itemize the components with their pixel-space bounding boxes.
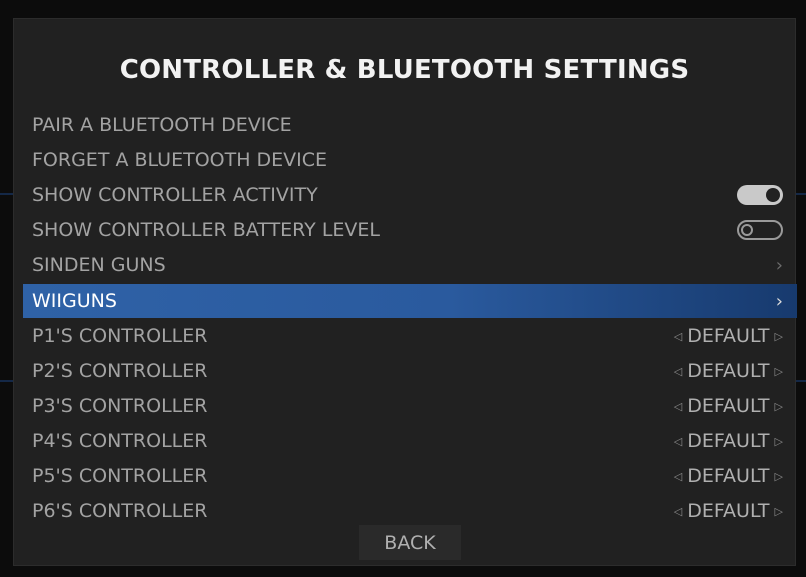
controller-activity-toggle[interactable] [737, 185, 783, 205]
chevron-right-icon: › [775, 254, 783, 276]
option-value: DEFAULT [687, 465, 770, 487]
menu-item-show-battery-level[interactable]: SHOW CONTROLLER BATTERY LEVEL [23, 213, 797, 247]
menu-item-label: P6'S CONTROLLER [32, 500, 208, 522]
arrow-left-icon[interactable]: ◁ [674, 400, 682, 413]
arrow-left-icon[interactable]: ◁ [674, 470, 682, 483]
arrow-left-icon[interactable]: ◁ [674, 505, 682, 518]
arrow-right-icon[interactable]: ▷ [775, 435, 783, 448]
arrow-left-icon[interactable]: ◁ [674, 365, 682, 378]
menu-item-label: WIIGUNS [32, 290, 117, 312]
settings-panel: CONTROLLER & BLUETOOTH SETTINGS PAIR A B… [13, 18, 797, 566]
arrow-right-icon[interactable]: ▷ [775, 470, 783, 483]
menu-item-label: P5'S CONTROLLER [32, 465, 208, 487]
arrow-right-icon[interactable]: ▷ [775, 505, 783, 518]
battery-level-toggle[interactable] [737, 220, 783, 240]
menu-item-forget-bluetooth[interactable]: FORGET A BLUETOOTH DEVICE [23, 143, 797, 177]
back-button[interactable]: BACK [359, 525, 461, 560]
option-selector[interactable]: ◁ DEFAULT ▷ [674, 395, 783, 417]
arrow-right-icon[interactable]: ▷ [775, 365, 783, 378]
menu-item-label: SHOW CONTROLLER BATTERY LEVEL [32, 219, 380, 241]
menu-item-show-controller-activity[interactable]: SHOW CONTROLLER ACTIVITY [23, 178, 797, 212]
option-selector[interactable]: ◁ DEFAULT ▷ [674, 325, 783, 347]
chevron-right-icon: › [775, 290, 783, 312]
menu-item-p1-controller[interactable]: P1'S CONTROLLER ◁ DEFAULT ▷ [23, 319, 797, 353]
toggle-knob [741, 224, 753, 236]
option-selector[interactable]: ◁ DEFAULT ▷ [674, 430, 783, 452]
option-value: DEFAULT [687, 430, 770, 452]
menu-item-label: P2'S CONTROLLER [32, 360, 208, 382]
toggle-knob [766, 188, 780, 202]
menu-item-p6-controller[interactable]: P6'S CONTROLLER ◁ DEFAULT ▷ [23, 494, 797, 528]
menu-item-p3-controller[interactable]: P3'S CONTROLLER ◁ DEFAULT ▷ [23, 389, 797, 423]
menu-item-sinden-guns[interactable]: SINDEN GUNS › [23, 248, 797, 282]
option-value: DEFAULT [687, 360, 770, 382]
menu-item-label: PAIR A BLUETOOTH DEVICE [32, 114, 292, 136]
menu-item-label: FORGET A BLUETOOTH DEVICE [32, 149, 328, 171]
menu-item-label: SHOW CONTROLLER ACTIVITY [32, 184, 318, 206]
arrow-right-icon[interactable]: ▷ [775, 330, 783, 343]
option-value: DEFAULT [687, 500, 770, 522]
menu-item-label: P1'S CONTROLLER [32, 325, 208, 347]
arrow-left-icon[interactable]: ◁ [674, 330, 682, 343]
menu-item-p2-controller[interactable]: P2'S CONTROLLER ◁ DEFAULT ▷ [23, 354, 797, 388]
option-selector[interactable]: ◁ DEFAULT ▷ [674, 500, 783, 522]
option-selector[interactable]: ◁ DEFAULT ▷ [674, 360, 783, 382]
menu-item-pair-bluetooth[interactable]: PAIR A BLUETOOTH DEVICE [23, 108, 797, 142]
menu-item-label: SINDEN GUNS [32, 254, 166, 276]
page-title: CONTROLLER & BLUETOOTH SETTINGS [119, 55, 690, 85]
menu-item-wiiguns[interactable]: WIIGUNS › [23, 284, 797, 318]
menu-item-p5-controller[interactable]: P5'S CONTROLLER ◁ DEFAULT ▷ [23, 459, 797, 493]
option-value: DEFAULT [687, 395, 770, 417]
menu-item-p4-controller[interactable]: P4'S CONTROLLER ◁ DEFAULT ▷ [23, 424, 797, 458]
arrow-left-icon[interactable]: ◁ [674, 435, 682, 448]
option-value: DEFAULT [687, 325, 770, 347]
arrow-right-icon[interactable]: ▷ [775, 400, 783, 413]
menu-item-label: P4'S CONTROLLER [32, 430, 208, 452]
menu-item-label: P3'S CONTROLLER [32, 395, 208, 417]
option-selector[interactable]: ◁ DEFAULT ▷ [674, 465, 783, 487]
